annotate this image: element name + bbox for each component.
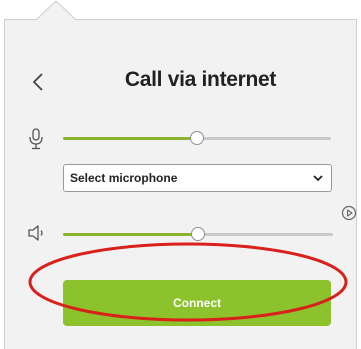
- play-circle-icon[interactable]: [341, 205, 357, 221]
- speaker-volume-slider[interactable]: [63, 227, 333, 241]
- page-title: Call via internet: [124, 68, 277, 91]
- slider-fill: [63, 137, 197, 140]
- microphone-icon: [27, 128, 45, 150]
- speaker-icon: [27, 225, 47, 241]
- microphone-select-value: Select microphone: [70, 171, 178, 185]
- microphone-select[interactable]: Select microphone: [63, 164, 332, 192]
- microphone-volume-slider[interactable]: [63, 131, 331, 145]
- slider-thumb[interactable]: [191, 227, 205, 241]
- chevron-down-icon: [313, 175, 323, 182]
- slider-fill: [63, 233, 198, 236]
- slider-thumb[interactable]: [190, 131, 204, 145]
- chevron-left-icon: [32, 73, 43, 91]
- back-button[interactable]: [27, 70, 49, 94]
- annotation-highlight-ellipse: [26, 240, 355, 324]
